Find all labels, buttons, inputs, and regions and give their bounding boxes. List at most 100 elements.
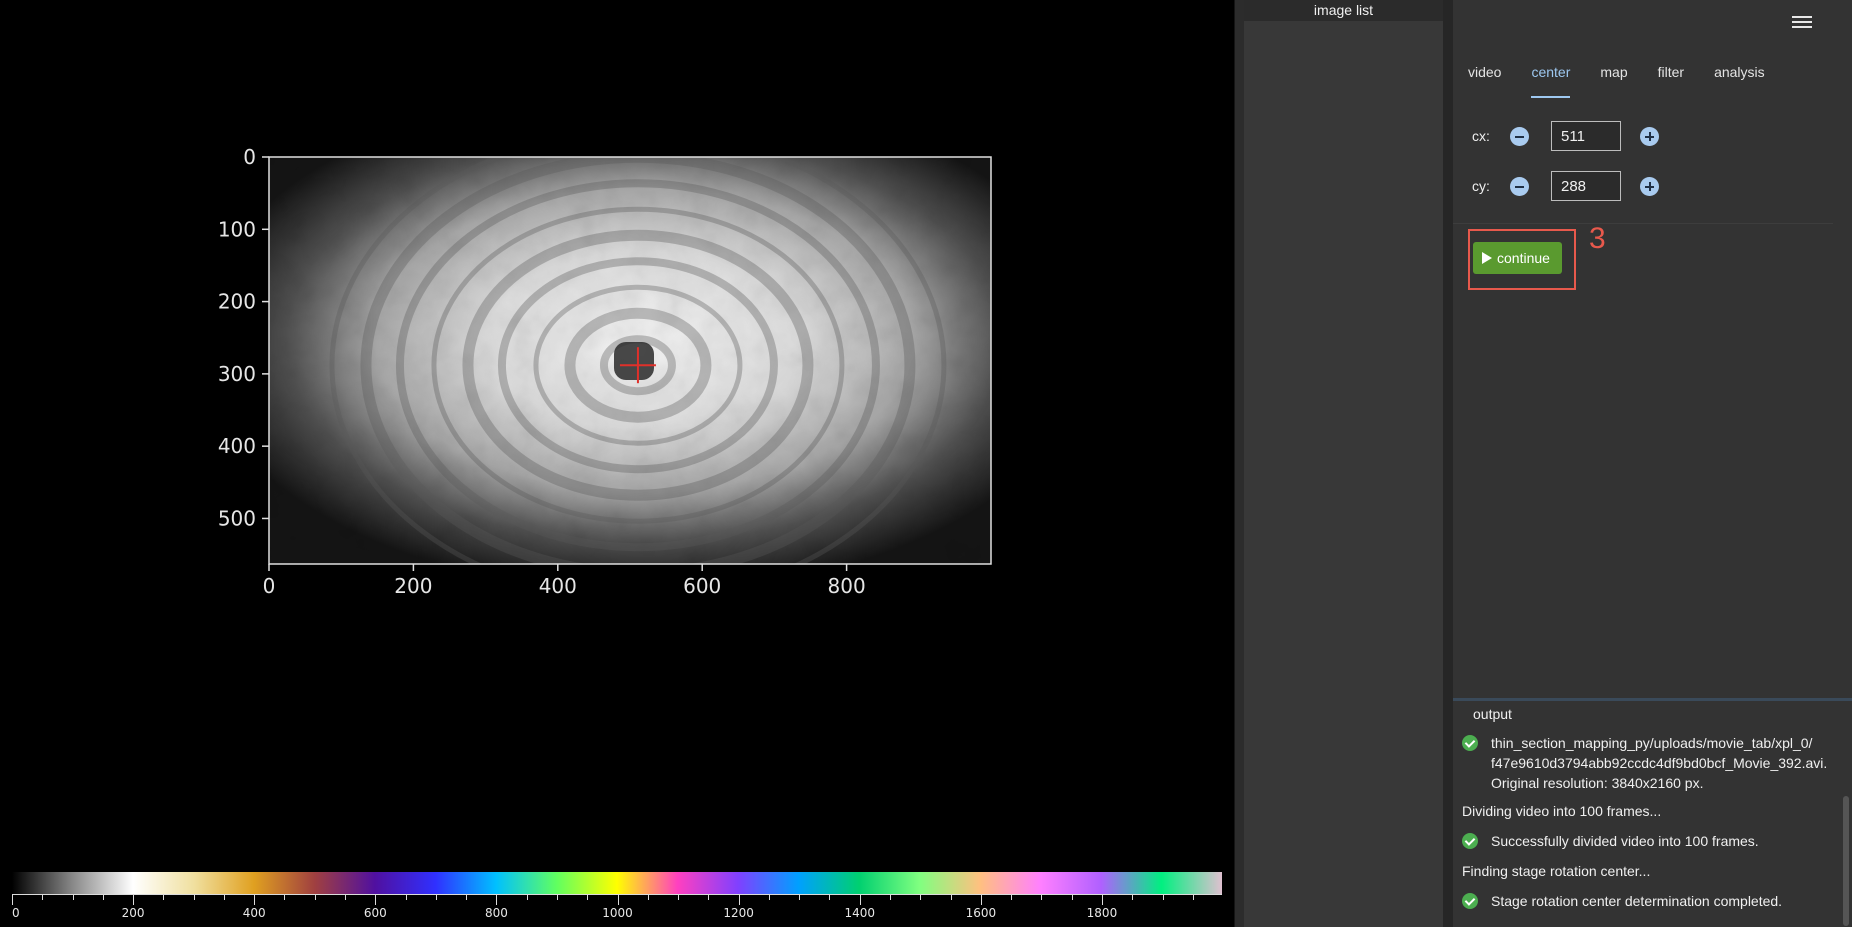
colorbar: 0 200 400 600 800 1000 1200 1400 1600 1800 [12, 870, 1222, 927]
colorbar-tick [587, 895, 589, 900]
colorbar-tick [526, 895, 528, 900]
play-icon [1482, 252, 1492, 264]
colorbar-tick [920, 895, 922, 900]
log-line: Original resolution: 3840x2160 px. [1491, 775, 1704, 791]
colorbar-gradient [12, 872, 1222, 894]
colorbar-tick [1071, 895, 1073, 900]
continue-button[interactable]: continue [1473, 242, 1562, 274]
image-list-title: image list [1244, 0, 1443, 21]
panel-divider[interactable] [1234, 0, 1244, 927]
colorbar-tick [647, 895, 649, 900]
tab-video[interactable]: video [1453, 52, 1516, 98]
success-check-icon [1462, 893, 1478, 909]
colorbar-tick [1041, 895, 1043, 900]
colorbar-tick [314, 895, 316, 900]
colorbar-tick [375, 895, 377, 905]
cx-decrement-button[interactable] [1510, 127, 1529, 146]
tab-map[interactable]: map [1585, 52, 1642, 98]
colorbar-tick-label: 800 [484, 906, 508, 920]
tab-filter[interactable]: filter [1643, 52, 1699, 98]
y-tick-label: 500 [218, 506, 256, 530]
continue-label: continue [1497, 250, 1550, 266]
colorbar-tick [12, 895, 13, 905]
x-axis: 0 200 400 600 800 [263, 564, 866, 598]
colorbar-tick [738, 895, 740, 905]
output-log[interactable]: thin_section_mapping_py/uploads/movie_ta… [1453, 733, 1843, 927]
colorbar-tick [133, 895, 135, 905]
colorbar-tick [72, 895, 74, 900]
colorbar-tick [223, 895, 225, 900]
log-line: Stage rotation center determination comp… [1491, 893, 1783, 909]
y-tick-label: 100 [218, 217, 256, 241]
annotation-number: 3 [1589, 222, 1606, 255]
tab-analysis[interactable]: analysis [1699, 52, 1780, 98]
colorbar-tick [859, 895, 861, 905]
cy-increment-button[interactable] [1640, 177, 1659, 196]
cx-increment-button[interactable] [1640, 127, 1659, 146]
colorbar-tick [799, 895, 801, 900]
control-panel: video center map filter analysis cx: cy:… [1453, 0, 1852, 927]
colorbar-tick-label: 1200 [723, 906, 754, 920]
colorbar-tick [193, 895, 195, 900]
tab-center[interactable]: center [1516, 52, 1585, 98]
colorbar-tick [617, 895, 619, 905]
cy-row: cy: [1453, 171, 1852, 201]
cx-row: cx: [1453, 121, 1852, 151]
output-panel: output thin_section_mapping_py/uploads/m… [1453, 698, 1852, 927]
success-check-icon [1462, 833, 1478, 849]
hamburger-menu-icon[interactable] [1792, 13, 1812, 31]
colorbar-tick [678, 895, 680, 900]
colorbar-tick-label: 200 [121, 906, 145, 920]
colorbar-tick [42, 895, 44, 900]
colorbar-tick [345, 895, 347, 900]
colorbar-tick [163, 895, 165, 900]
colorbar-tick [254, 895, 256, 905]
colorbar-tick-label: 1000 [602, 906, 633, 920]
colorbar-tick-label: 400 [242, 906, 266, 920]
colorbar-axis [12, 894, 1222, 906]
colorbar-tick [284, 895, 286, 900]
center-dark-spot [614, 342, 654, 380]
colorbar-tick [1011, 895, 1013, 900]
x-tick-label: 0 [263, 574, 276, 598]
x-tick-label: 800 [828, 574, 866, 598]
colorbar-tick [708, 895, 710, 900]
log-line: thin_section_mapping_py/uploads/movie_ta… [1491, 735, 1813, 751]
panel-gap [1443, 0, 1453, 927]
colorbar-tick [1101, 895, 1103, 905]
cy-label: cy: [1472, 178, 1490, 194]
output-scrollbar[interactable] [1843, 796, 1849, 926]
colorbar-tick [768, 895, 770, 900]
image-viewer[interactable]: 0 100 200 300 400 500 0 200 400 600 800 0 200 400 60… [0, 0, 1234, 927]
output-title: output [1473, 706, 1512, 722]
x-tick-label: 600 [683, 574, 721, 598]
colorbar-tick [1162, 895, 1164, 900]
image-plot: 0 100 200 300 400 500 0 200 400 600 800 [218, 145, 992, 598]
colorbar-tick [829, 895, 831, 900]
colorbar-tick [1132, 895, 1134, 900]
colorbar-tick [435, 895, 437, 900]
colorbar-tick [556, 895, 558, 900]
tab-bar: video center map filter analysis [1453, 52, 1780, 98]
y-tick-label: 400 [218, 434, 256, 458]
colorbar-tick-label: 0 [12, 906, 20, 920]
log-line: Dividing video into 100 frames... [1462, 803, 1662, 819]
colorbar-tick [102, 895, 104, 900]
log-line: f47e9610d3794abb92ccdc4df9bd0bcf_Movie_3… [1491, 755, 1828, 771]
section-divider [1453, 223, 1833, 224]
y-tick-label: 300 [218, 362, 256, 386]
colorbar-tick [980, 895, 982, 905]
colorbar-tick [950, 895, 952, 900]
cy-input[interactable] [1551, 171, 1621, 201]
cx-input[interactable] [1551, 121, 1621, 151]
x-tick-label: 400 [539, 574, 577, 598]
log-line: Successfully divided video into 100 fram… [1491, 833, 1759, 849]
y-axis: 0 100 200 300 400 500 [218, 145, 269, 530]
colorbar-tick [496, 895, 498, 905]
cy-decrement-button[interactable] [1510, 177, 1529, 196]
log-line: Finding stage rotation center... [1462, 863, 1651, 879]
colorbar-tick [1192, 895, 1194, 900]
colorbar-tick-label: 1400 [844, 906, 876, 920]
colorbar-tick [466, 895, 468, 900]
cx-label: cx: [1472, 128, 1490, 144]
